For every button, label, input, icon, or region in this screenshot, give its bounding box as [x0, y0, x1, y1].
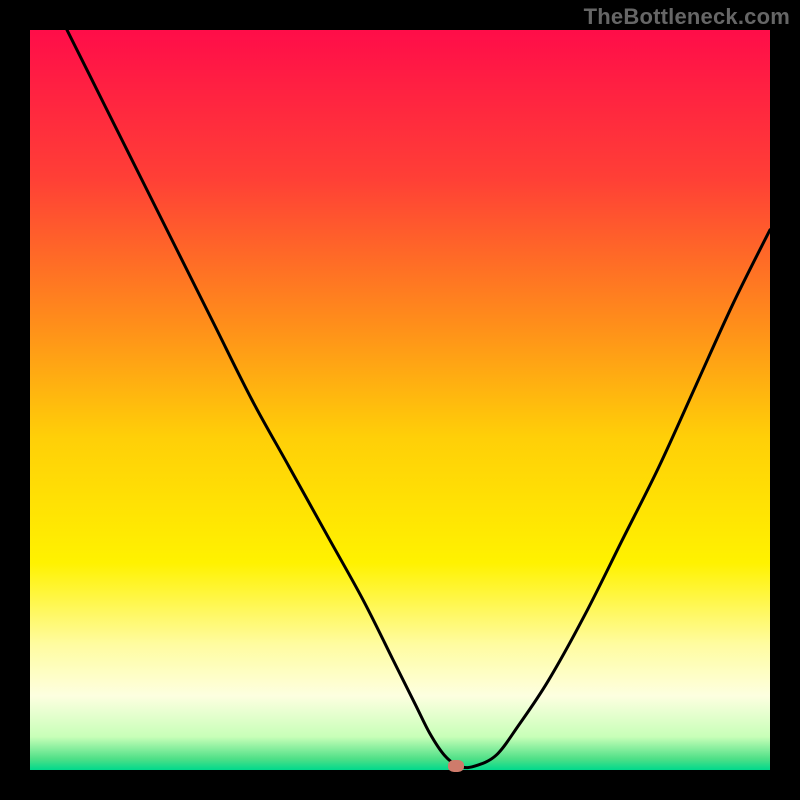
- watermark-text: TheBottleneck.com: [584, 4, 790, 30]
- chart-svg: [30, 30, 770, 770]
- chart-background: [30, 30, 770, 770]
- chart-frame: TheBottleneck.com: [0, 0, 800, 800]
- chart-plot: [30, 30, 770, 770]
- bottleneck-marker: [448, 760, 464, 772]
